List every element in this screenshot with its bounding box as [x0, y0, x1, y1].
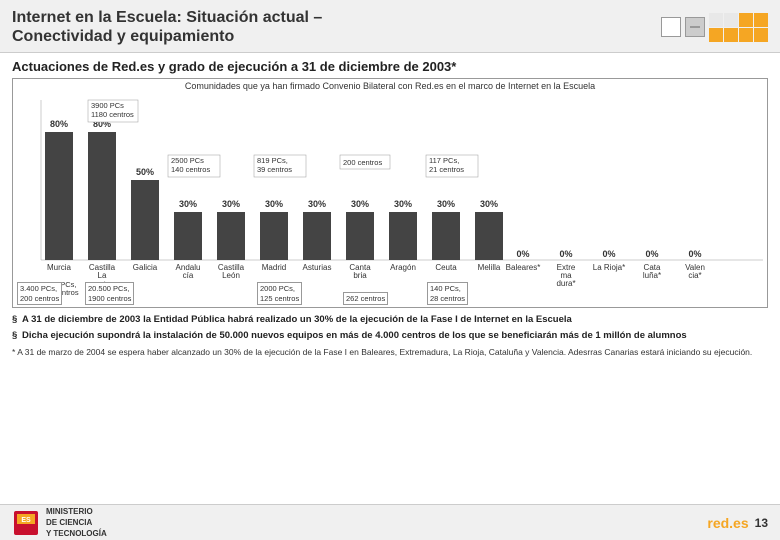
svg-text:3900 PCs: 3900 PCs: [91, 101, 124, 110]
footer-ministry: ES MINISTERIO DE CIENCIA Y TECNOLOGÍA: [12, 506, 107, 540]
logo-es-text: .es: [729, 515, 748, 531]
logo-yellow-grid: [709, 13, 768, 42]
bar-castilla-leon: [217, 212, 245, 260]
header-logo: [661, 13, 768, 42]
svg-text:León: León: [222, 271, 240, 280]
svg-text:La: La: [98, 271, 107, 280]
svg-text:39 centros: 39 centros: [257, 165, 292, 174]
bullet-list: A 31 de diciembre de 2003 la Entidad Púb…: [12, 314, 768, 342]
bar-ceuta: [432, 212, 460, 260]
logo-box-gray: [685, 17, 705, 37]
title-line2: Conectividad y equipamiento: [12, 27, 322, 46]
bar-galicia: [131, 180, 159, 260]
page-number: 13: [755, 516, 768, 530]
svg-text:Ceuta: Ceuta: [435, 263, 457, 272]
bar-murcia: [45, 132, 73, 260]
svg-text:Madrid: Madrid: [262, 263, 286, 272]
svg-text:30%: 30%: [394, 199, 412, 209]
bar-asturias: [303, 212, 331, 260]
svg-text:50%: 50%: [136, 167, 154, 177]
bar-cantabria: [346, 212, 374, 260]
svg-text:30%: 30%: [265, 199, 283, 209]
title-line1: Internet en la Escuela: Situación actual…: [12, 8, 322, 27]
svg-text:Murcia: Murcia: [47, 263, 72, 272]
svg-text:2500 PCs: 2500 PCs: [171, 156, 204, 165]
sub-note-murcia: 3.400 PCs,200 centros: [17, 282, 62, 306]
svg-text:bria: bria: [353, 271, 367, 280]
bar-castilla-mancha: [88, 132, 116, 260]
chart-note: Comunidades que ya han firmado Convenio …: [13, 81, 767, 91]
svg-text:200 centros: 200 centros: [343, 158, 382, 167]
footnote: * A 31 de marzo de 2004 se espera haber …: [12, 347, 768, 358]
svg-text:80%: 80%: [50, 119, 68, 129]
svg-text:0%: 0%: [559, 249, 572, 259]
svg-text:21 centros: 21 centros: [429, 165, 464, 174]
header-title: Internet en la Escuela: Situación actual…: [12, 8, 322, 46]
svg-text:cía: cía: [183, 271, 194, 280]
sub-note-madrid: 2000 PCs,125 centros: [257, 282, 302, 306]
sub-note-ceuta: 140 PCs,28 centros: [427, 282, 468, 306]
footer: ES MINISTERIO DE CIENCIA Y TECNOLOGÍA re…: [0, 504, 780, 540]
header: Internet en la Escuela: Situación actual…: [0, 0, 780, 53]
bar-chart-svg: 80% 80% 3900 PCs 1180 centros 50% 30% 25…: [13, 95, 769, 309]
svg-text:30%: 30%: [351, 199, 369, 209]
bullet-item-1: A 31 de diciembre de 2003 la Entidad Púb…: [12, 314, 768, 326]
footer-right: red.es 13: [707, 515, 768, 531]
bar-andalucia: [174, 212, 202, 260]
section-title: Actuaciones de Red.es y grado de ejecuci…: [12, 59, 768, 74]
svg-text:30%: 30%: [222, 199, 240, 209]
sub-note-galicia: 20.500 PCs,1900 centros: [85, 282, 134, 306]
svg-text:Baleares*: Baleares*: [506, 263, 541, 272]
svg-text:Asturias: Asturias: [303, 263, 332, 272]
shield-icon: ES: [12, 509, 40, 537]
svg-text:Aragón: Aragón: [390, 263, 416, 272]
svg-text:0%: 0%: [516, 249, 529, 259]
bullet-item-2: Dicha ejecución supondrá la instalación …: [12, 330, 768, 342]
bar-aragon: [389, 212, 417, 260]
svg-text:117 PCs,: 117 PCs,: [429, 156, 459, 165]
bar-madrid: [260, 212, 288, 260]
logo-box-white: [661, 17, 681, 37]
red-es-logo: red.es: [707, 515, 748, 531]
svg-text:0%: 0%: [602, 249, 615, 259]
svg-text:Melilla: Melilla: [478, 263, 501, 272]
svg-text:0%: 0%: [688, 249, 701, 259]
sub-note-cantabria: 262 centros: [343, 292, 388, 306]
svg-text:30%: 30%: [437, 199, 455, 209]
logo-red-text: red: [707, 515, 729, 531]
svg-text:0%: 0%: [645, 249, 658, 259]
svg-text:819 PCs,: 819 PCs,: [257, 156, 288, 165]
bar-melilla: [475, 212, 503, 260]
svg-text:cia*: cia*: [688, 271, 701, 280]
svg-text:Galicia: Galicia: [133, 263, 158, 272]
svg-text:luña*: luña*: [643, 271, 661, 280]
svg-text:30%: 30%: [179, 199, 197, 209]
svg-text:La Rioja*: La Rioja*: [593, 263, 625, 272]
svg-text:140 centros: 140 centros: [171, 165, 210, 174]
main-content: Actuaciones de Red.es y grado de ejecuci…: [0, 53, 780, 364]
svg-text:30%: 30%: [480, 199, 498, 209]
svg-text:dura*: dura*: [556, 279, 575, 288]
svg-text:30%: 30%: [308, 199, 326, 209]
svg-text:ES: ES: [21, 517, 31, 524]
chart-container: Comunidades que ya han firmado Convenio …: [12, 78, 768, 308]
ministry-text: MINISTERIO DE CIENCIA Y TECNOLOGÍA: [46, 506, 107, 540]
svg-text:1180 centros: 1180 centros: [91, 110, 134, 119]
